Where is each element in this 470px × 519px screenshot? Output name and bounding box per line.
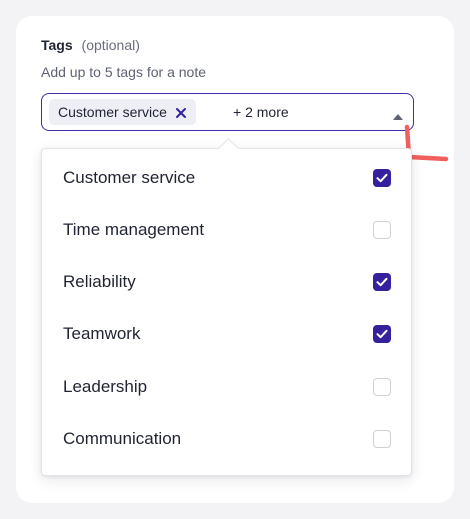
option-label: Leadership	[63, 377, 148, 396]
tag-option-teamwork[interactable]: Teamwork	[42, 308, 411, 360]
tag-option-time-management[interactable]: Time management	[42, 204, 411, 256]
option-checkbox[interactable]	[373, 325, 391, 343]
tags-field-label: Tags (optional)	[41, 37, 140, 53]
checkmark-icon	[376, 277, 388, 287]
checkmark-icon	[376, 173, 388, 183]
option-checkbox[interactable]	[373, 221, 391, 239]
close-icon[interactable]	[175, 106, 187, 118]
checkmark-icon	[376, 329, 388, 339]
option-checkbox[interactable]	[373, 430, 391, 448]
option-label: Teamwork	[63, 324, 141, 343]
tag-option-reliability[interactable]: Reliability	[42, 256, 411, 308]
option-label: Communication	[63, 429, 182, 448]
tag-option-leadership[interactable]: Leadership	[42, 361, 411, 413]
option-label: Time management	[63, 220, 205, 239]
tags-select[interactable]: Customer service + 2 more	[41, 93, 414, 131]
tags-helper-text: Add up to 5 tags for a note	[41, 64, 207, 80]
option-checkbox[interactable]	[373, 378, 391, 396]
caret-up-icon[interactable]	[392, 108, 404, 120]
tags-dropdown: Customer service Time management Reliabi…	[41, 148, 412, 476]
tags-label: Tags	[41, 37, 73, 53]
more-tags-count: + 2 more	[233, 104, 289, 120]
option-checkbox[interactable]	[373, 169, 391, 187]
selected-tag-label: Customer service	[58, 104, 167, 120]
selected-tag-chip: Customer service	[49, 99, 196, 125]
optional-hint: (optional)	[81, 37, 140, 53]
option-label: Customer service	[63, 168, 196, 187]
tag-option-customer-service[interactable]: Customer service	[42, 152, 411, 204]
tag-option-communication[interactable]: Communication	[42, 413, 411, 465]
option-label: Reliability	[63, 272, 136, 291]
option-checkbox[interactable]	[373, 273, 391, 291]
